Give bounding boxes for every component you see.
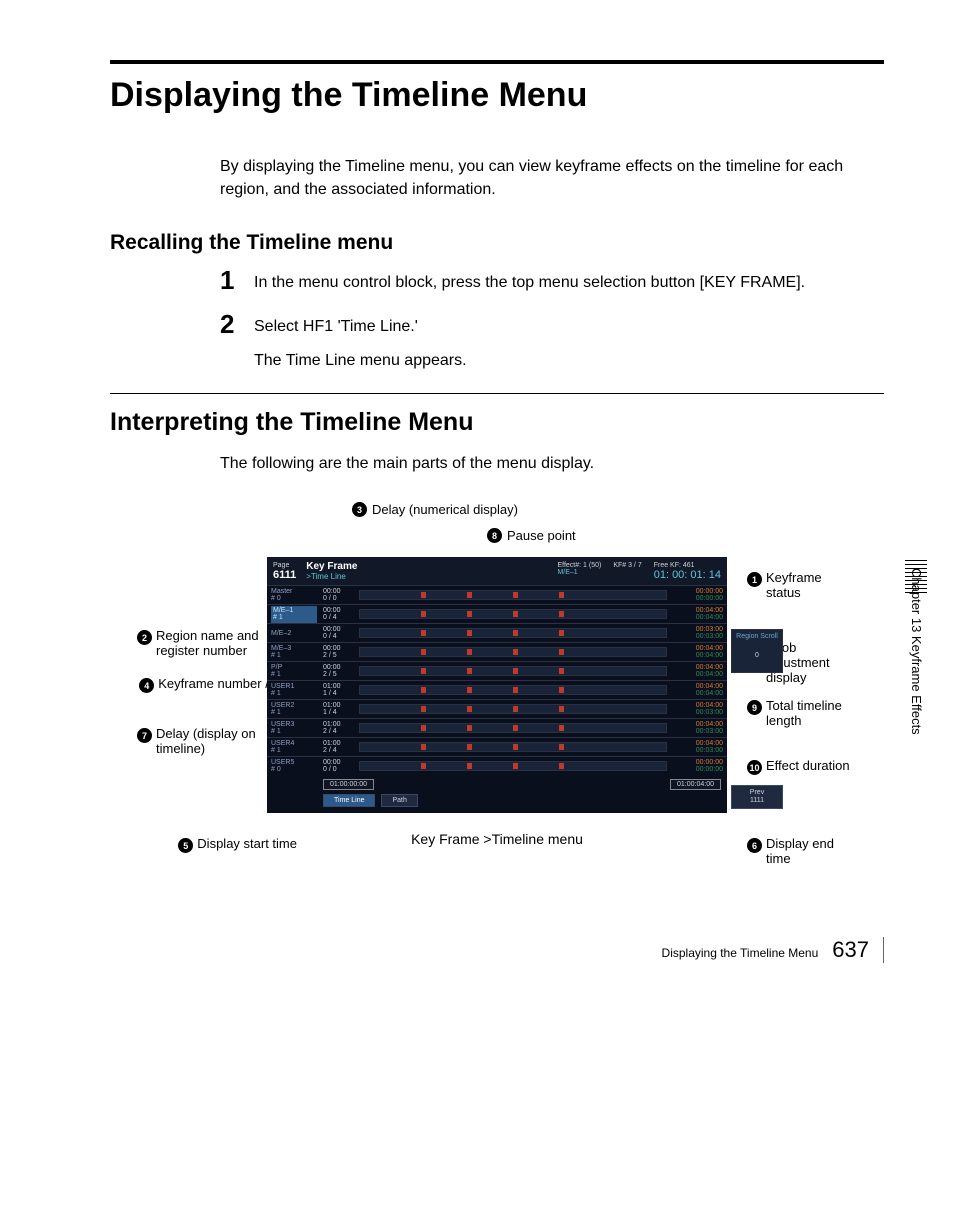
- page-title: Displaying the Timeline Menu: [110, 76, 884, 115]
- callout-badge-5: 5: [178, 838, 193, 853]
- step-2-text: Select HF1 'Time Line.': [254, 315, 467, 339]
- step-2-number: 2: [220, 311, 238, 373]
- hdr-kf: KF# 3 / 7: [613, 562, 641, 581]
- timeline-row: M/E–3# 100:002 / 500:04:0000:04:00: [267, 642, 727, 661]
- hdr-me: M/E–1: [557, 569, 601, 576]
- end-timecode: 01:00:04:00: [670, 779, 721, 790]
- callout-1: Keyframe status: [766, 571, 857, 601]
- rule-top: [110, 60, 884, 64]
- callout-badge-7: 7: [137, 728, 152, 743]
- hdr-page-num: 6111: [273, 569, 296, 581]
- knob-display: Region Scroll 0: [731, 629, 783, 673]
- callout-3: Delay (numerical display): [372, 502, 518, 517]
- page-footer: Displaying the Timeline Menu 637: [110, 937, 884, 963]
- callout-9: Total timeline length: [766, 699, 857, 729]
- timeline-row: USER1# 101:001 / 400:04:0000:04:00: [267, 680, 727, 699]
- hdr-title: Key Frame: [306, 561, 357, 572]
- callout-badge-3: 3: [352, 502, 367, 517]
- interpret-intro: The following are the main parts of the …: [220, 455, 884, 473]
- callout-badge-6: 6: [747, 838, 762, 853]
- intro-text: By displaying the Timeline menu, you can…: [220, 155, 884, 201]
- rule-mid: [110, 393, 884, 394]
- callout-badge-9: 9: [747, 700, 762, 715]
- hdr-tc: 01: 00: 01: 14: [654, 569, 721, 581]
- timeline-menu-screenshot: Page 6111 Key Frame >Time Line Effect#: …: [267, 557, 727, 813]
- timeline-row: USER3# 101:002 / 400:04:0000:03:00: [267, 718, 727, 737]
- timeline-row: USER2# 101:001 / 400:04:0000:03:00: [267, 699, 727, 718]
- timeline-row: M/E–1# 100:000 / 400:04:0000:04:00: [267, 604, 727, 623]
- hdr-free: Free KF: 461: [654, 562, 721, 569]
- page-number: 637: [832, 937, 869, 963]
- hdr-page-label: Page: [273, 562, 289, 569]
- step-2-result: The Time Line menu appears.: [254, 349, 467, 373]
- callout-badge-8: 8: [487, 528, 502, 543]
- tab-timeline[interactable]: Time Line: [323, 794, 375, 807]
- prev-button[interactable]: Prev 1111: [731, 785, 783, 810]
- callout-badge-10: 10: [747, 760, 762, 775]
- callout-5: Display start time: [197, 837, 297, 852]
- figure: 3 Delay (numerical display) 8 Pause poin…: [137, 501, 857, 847]
- start-timecode: 01:00:00:00: [323, 779, 374, 790]
- callout-8: Pause point: [507, 528, 576, 543]
- callout-6: Display end time: [766, 837, 857, 867]
- timeline-row: Master# 000:000 / 000:00:0000:00:00: [267, 585, 727, 604]
- hdr-effect: Effect#: 1 (50): [557, 562, 601, 569]
- callout-badge-1: 1: [747, 572, 762, 587]
- heading-recall: Recalling the Timeline menu: [110, 231, 884, 255]
- tab-path[interactable]: Path: [381, 794, 417, 807]
- step-1-number: 1: [220, 267, 238, 295]
- hdr-sub: >Time Line: [306, 572, 357, 581]
- footer-title: Displaying the Timeline Menu: [662, 946, 819, 960]
- callout-badge-4: 4: [139, 678, 154, 693]
- callout-10: Effect duration: [766, 759, 850, 774]
- timeline-row: USER5# 000:000 / 000:00:0000:00:00: [267, 756, 727, 775]
- step-1-text: In the menu control block, press the top…: [254, 267, 805, 295]
- timeline-row: P/P# 100:002 / 500:04:0000:04:00: [267, 661, 727, 680]
- timeline-row: USER4# 101:002 / 400:04:0000:03:00: [267, 737, 727, 756]
- heading-interpret: Interpreting the Timeline Menu: [110, 408, 884, 437]
- timeline-row: M/E–200:000 / 400:03:0000:03:00: [267, 623, 727, 642]
- callout-badge-2: 2: [137, 630, 152, 645]
- chapter-tab: Chapter 13 Keyframe Effects: [909, 560, 924, 735]
